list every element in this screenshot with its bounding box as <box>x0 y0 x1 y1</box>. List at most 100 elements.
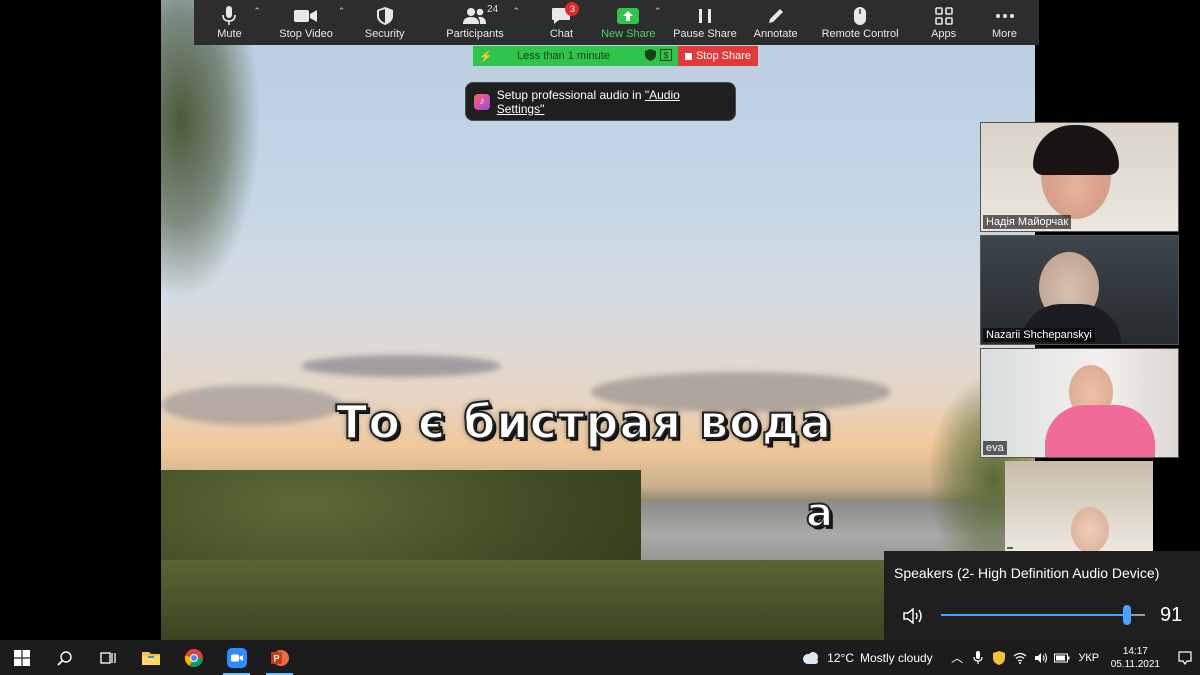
windows-logo-icon <box>13 649 30 666</box>
language-indicator[interactable]: УКР <box>1073 640 1105 675</box>
system-tray: 12°C Mostly cloudy ︿ УКР 14:17 05.11.202… <box>801 640 1200 675</box>
participants-button[interactable]: 24 Participants ⌃ <box>416 0 534 45</box>
karaoke-next-syllable: а <box>805 489 834 537</box>
start-button[interactable] <box>0 640 43 675</box>
lightning-icon: ⚡ <box>479 50 493 63</box>
participant-tile[interactable]: Nazarii Shchepanskyi <box>980 235 1179 345</box>
weather-temperature: 12°C <box>827 650 854 665</box>
annotate-label: Annotate <box>753 28 798 40</box>
karaoke-lyric-line: То є бистрая вода <box>335 394 832 450</box>
video-camera-icon <box>294 5 318 27</box>
volume-slider-fill <box>941 614 1127 616</box>
wifi-icon[interactable] <box>1010 640 1031 675</box>
notification-icon <box>1178 650 1192 665</box>
more-label: More <box>991 28 1018 40</box>
security-button[interactable]: Security <box>353 0 416 45</box>
pause-share-button[interactable]: Pause Share <box>668 0 743 45</box>
powerpoint-button[interactable]: P <box>258 640 301 675</box>
speaker-icon[interactable] <box>902 606 926 631</box>
mouse-icon <box>853 5 867 27</box>
windows-taskbar: P 12°C Mostly cloudy ︿ УКР 14:17 05.11.2… <box>0 640 1200 675</box>
share-timer[interactable]: ⚡ Less than 1 minute $ <box>473 46 678 66</box>
stop-share-button[interactable]: Stop Share <box>678 46 758 66</box>
participant-name: eva <box>983 441 1007 455</box>
pause-share-label: Pause Share <box>673 28 737 40</box>
stop-video-label: Stop Video <box>279 28 333 40</box>
security-label: Security <box>364 28 405 40</box>
music-note-icon: ♪ <box>474 93 490 110</box>
remote-control-label: Remote Control <box>821 28 899 40</box>
chrome-button[interactable] <box>172 640 215 675</box>
show-hidden-icons-button[interactable]: ︿ <box>947 640 968 675</box>
participant-name: Надія Майорчак <box>983 215 1072 229</box>
microphone-icon <box>222 5 237 27</box>
battery-icon[interactable] <box>1052 640 1073 675</box>
stop-video-button[interactable]: Stop Video ⌃ <box>259 0 353 45</box>
participant-tile[interactable]: eva <box>980 348 1179 458</box>
chevron-up-icon[interactable]: ⌃ <box>512 6 520 17</box>
audio-device-name[interactable]: Speakers (2- High Definition Audio Devic… <box>894 565 1159 581</box>
tree-silhouette-left <box>161 0 261 300</box>
annotate-button[interactable]: Annotate <box>742 0 809 45</box>
share-arrow-icon <box>617 5 640 27</box>
new-share-button[interactable]: New Share ⌃ <box>589 0 668 45</box>
chevron-up-icon: ︿ <box>951 651 964 665</box>
shield-icon <box>376 5 394 27</box>
pencil-icon <box>767 5 785 27</box>
participant-video <box>1033 125 1119 175</box>
file-explorer-button[interactable] <box>129 640 172 675</box>
more-button[interactable]: More <box>976 0 1033 45</box>
stop-share-label: Stop Share <box>695 50 752 62</box>
zoom-icon <box>226 647 247 668</box>
people-icon <box>463 5 487 27</box>
pause-icon <box>698 5 712 27</box>
notification-center-button[interactable] <box>1170 640 1200 675</box>
weather-widget[interactable]: 12°C Mostly cloudy <box>801 651 933 665</box>
zoom-app-button[interactable] <box>215 640 258 675</box>
chat-label: Chat <box>549 28 574 40</box>
remote-control-button[interactable]: Remote Control <box>809 0 911 45</box>
chat-button[interactable]: 3 Chat <box>534 0 589 45</box>
apps-button[interactable]: Apps <box>911 0 976 45</box>
cloud <box>161 385 341 425</box>
volume-slider-thumb[interactable] <box>1122 605 1131 625</box>
security-tray-icon[interactable] <box>989 640 1010 675</box>
weather-description: Mostly cloudy <box>859 650 933 665</box>
language-label: УКР <box>1078 651 1100 664</box>
participant-name <box>1007 547 1013 549</box>
volume-tray-icon[interactable] <box>1031 640 1052 675</box>
task-view-icon <box>99 651 116 664</box>
chevron-up-icon[interactable]: ⌃ <box>338 6 346 17</box>
participant-tile[interactable]: Надія Майорчак <box>980 122 1179 232</box>
chevron-up-icon[interactable]: ⌃ <box>654 6 662 17</box>
participant-video <box>1071 507 1109 551</box>
microphone-tray-icon[interactable] <box>968 640 989 675</box>
volume-flyout: Speakers (2- High Definition Audio Devic… <box>884 551 1200 640</box>
shield-check-icon <box>645 49 656 61</box>
audio-settings-tip: ♪ Setup professional audio in "Audio Set… <box>465 82 736 121</box>
mute-label: Mute <box>217 28 242 40</box>
clock[interactable]: 14:17 05.11.2021 <box>1111 645 1160 671</box>
participant-name: Nazarii Shchepanskyi <box>983 328 1095 342</box>
zoom-meeting-window: То є бистрая вода а Mute ⌃ Stop Video ⌃ … <box>0 0 1200 675</box>
task-view-button[interactable] <box>86 640 129 675</box>
apps-grid-icon <box>934 5 953 27</box>
dollar-icon: $ <box>660 49 672 61</box>
folder-icon <box>141 651 160 665</box>
meeting-toolbar: Mute ⌃ Stop Video ⌃ Security 24 Particip… <box>194 0 1039 45</box>
cloud <box>301 355 501 377</box>
new-share-label: New Share <box>601 28 656 40</box>
volume-slider[interactable] <box>941 614 1145 616</box>
svg-text:$: $ <box>663 51 668 61</box>
powerpoint-icon: P <box>270 649 289 666</box>
chat-unread-badge: 3 <box>565 2 580 16</box>
participants-count: 24 <box>487 4 499 15</box>
mute-button[interactable]: Mute ⌃ <box>200 0 261 45</box>
participant-video <box>1045 405 1155 457</box>
apps-label: Apps <box>931 28 957 40</box>
participant-tile[interactable] <box>1005 461 1153 551</box>
tip-text: Setup professional audio in "Audio Setti… <box>497 88 727 116</box>
search-button[interactable] <box>43 640 86 675</box>
stop-square-icon <box>684 52 692 60</box>
tip-message: Setup professional audio in <box>496 87 645 102</box>
